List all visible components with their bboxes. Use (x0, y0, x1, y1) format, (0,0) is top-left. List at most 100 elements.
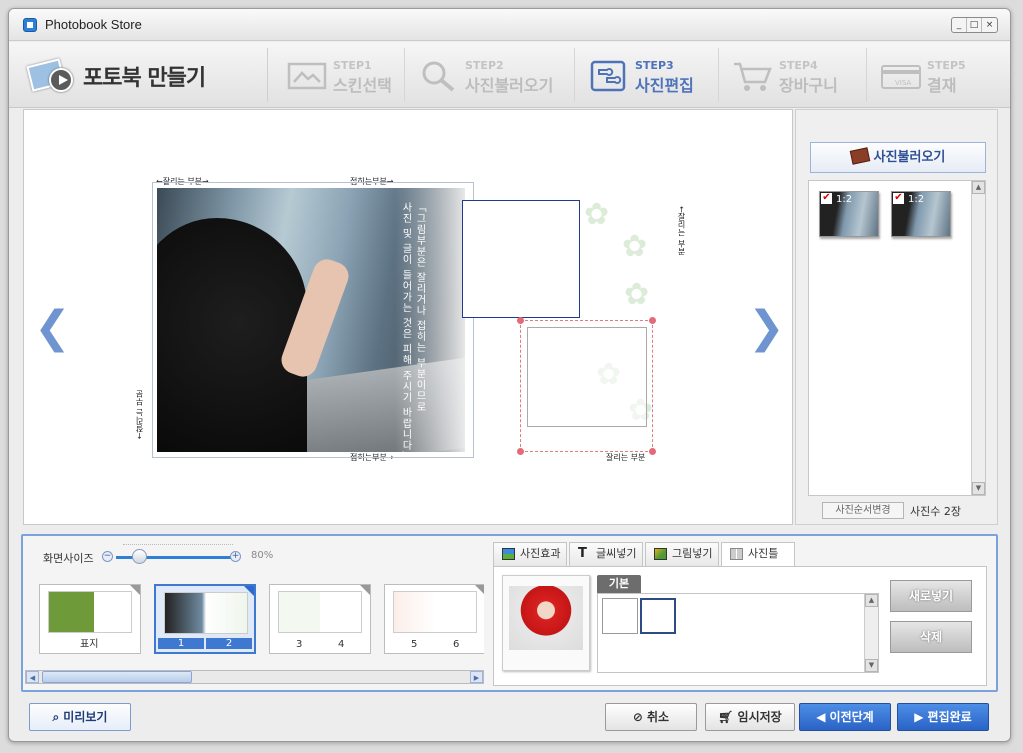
frame-inner (527, 327, 647, 427)
zoom-out-button[interactable]: − (102, 551, 113, 562)
zoom-label: 화면사이즈 (43, 552, 94, 565)
maximize-button[interactable]: □ (967, 18, 982, 32)
step-name: 사진편집 (635, 76, 694, 95)
photo-thumbnail[interactable]: ✔ 1:2 (819, 191, 879, 237)
page-thumb-3-4[interactable]: 3 4 (269, 584, 371, 654)
prev-spread-arrow[interactable]: ❮ (34, 306, 71, 350)
frame-template-selected[interactable] (640, 598, 676, 634)
frame-preview (502, 575, 590, 671)
page-thumb-5-6[interactable]: 5 6 (384, 584, 484, 654)
brand: 포토북 만들기 (23, 48, 268, 102)
minimize-button[interactable]: _ (952, 18, 967, 32)
finish-edit-label: 편집완료 (927, 710, 972, 724)
zoom-in-button[interactable]: + (230, 551, 241, 562)
resize-handle[interactable] (649, 317, 656, 324)
photo-panel: 사진불러오기 ✔ 1:2 ✔ 1:2 ▲ ▼ 사진순서변경 사진수 2장 (795, 109, 998, 525)
cart-icon: 🛒︎ (718, 710, 734, 724)
step-5[interactable]: VISA STEP5 결재 (869, 48, 999, 102)
zoom-ticks (123, 544, 233, 548)
load-photos-label: 사진불러오기 (873, 150, 946, 165)
magnifier-icon: ⌕ (52, 710, 60, 724)
step-3[interactable]: STEP3 사진편집 (577, 48, 719, 102)
photo-use-count: 1:2 (908, 194, 925, 205)
page-list-scrollbar[interactable]: ◀ ▶ (25, 670, 484, 684)
photo-effect-icon (502, 548, 515, 560)
step-name: 스킨선택 (333, 76, 392, 95)
cut-guide-label: 잘리는 부분 (606, 453, 646, 462)
resize-handle[interactable] (517, 448, 524, 455)
step-name: 장바구니 (779, 76, 838, 95)
step-number: STEP5 (927, 59, 966, 72)
window-controls: _ □ × (951, 17, 998, 33)
step-number: STEP4 (779, 59, 818, 72)
finish-edit-button[interactable]: ▶ 편집완료 (897, 703, 989, 731)
image-insert-icon (654, 548, 667, 560)
scroll-down-icon[interactable]: ▼ (865, 659, 878, 672)
step-4[interactable]: STEP4 장바구니 (721, 48, 867, 102)
cart-icon (734, 62, 772, 91)
next-spread-arrow[interactable]: ❯ (748, 306, 785, 350)
resize-handle[interactable] (517, 317, 524, 324)
cancel-button[interactable]: ⊘ 취소 (605, 703, 697, 731)
zoom-value: 80% (251, 550, 274, 561)
footer-bar: ⌕ 미리보기 ⊘ 취소 🛒︎ 임시저장 ◀ 이전단계 ▶ 편집완료 (9, 699, 1010, 741)
scroll-up-icon[interactable]: ▲ (865, 594, 878, 607)
page-thumb-cover[interactable]: 표지 (39, 584, 141, 654)
edit-tools: 사진효과 T 글씨넣기 그림넣기 사진틀 기본 ▲ ▼ 새로넣기 삭제 (493, 542, 987, 686)
zoom-slider-thumb[interactable] (132, 549, 148, 564)
right-triangle-icon: ▶ (914, 710, 924, 724)
reorder-photos-button[interactable]: 사진순서변경 (822, 502, 904, 519)
edit-canvas: ❮ ❯ ←잘리는 부분→ 접히는부분→ 접히는부분→ 잘리는 부분 ←잘리는 부… (23, 109, 793, 525)
photo-list-scrollbar[interactable]: ▲ ▼ (971, 181, 985, 495)
selected-photo-frame[interactable] (520, 320, 653, 452)
temp-save-label: 임시저장 (737, 710, 782, 724)
photo-list: ✔ 1:2 ✔ 1:2 ▲ ▼ (808, 180, 986, 496)
page-thumb-1-2[interactable]: 1 2 (154, 584, 256, 654)
delete-frame-button[interactable]: 삭제 (890, 621, 972, 653)
scrollbar-thumb[interactable] (42, 671, 192, 683)
temp-save-button[interactable]: 🛒︎ 임시저장 (705, 703, 795, 731)
tab-text[interactable]: T 글씨넣기 (569, 542, 643, 566)
flower-decoration: ✿ (624, 277, 650, 312)
photos-icon (849, 147, 870, 165)
new-frame-button[interactable]: 새로넣기 (890, 580, 972, 612)
page-list: 표지 1 2 3 4 5 6 (39, 584, 484, 656)
tab-frame[interactable]: 사진틀 (721, 542, 795, 567)
puzzle-edit-icon (590, 60, 626, 92)
load-photos-button[interactable]: 사진불러오기 (810, 142, 986, 173)
magnifier-icon (422, 61, 455, 92)
tab-image[interactable]: 그림넣기 (645, 542, 719, 566)
cut-guide-label: ←잘리는 부분 (677, 206, 686, 256)
page-label: 3 (296, 639, 303, 650)
prev-step-button[interactable]: ◀ 이전단계 (799, 703, 891, 731)
photo-frame-slot[interactable] (462, 200, 580, 318)
cut-guide-label: ←잘리는 부분 (135, 390, 144, 440)
tab-photo-effect[interactable]: 사진효과 (493, 542, 567, 566)
tab-label: 사진효과 (520, 547, 561, 560)
step-1[interactable]: STEP1 스킨선택 (275, 48, 405, 102)
left-triangle-icon: ◀ (816, 710, 826, 724)
page-label: 표지 (80, 639, 99, 650)
scroll-right-icon[interactable]: ▶ (470, 671, 483, 683)
frame-icon (730, 548, 743, 560)
scroll-left-icon[interactable]: ◀ (26, 671, 39, 683)
template-scrollbar[interactable]: ▲ ▼ (864, 594, 878, 672)
frame-template-list: ▲ ▼ (597, 593, 879, 673)
step-navigation: 포토북 만들기 STEP1 스킨선택 STEP2 사진불러오기 STEP3 사진… (9, 42, 1010, 108)
prev-step-label: 이전단계 (829, 710, 874, 724)
close-button[interactable]: × (982, 18, 997, 32)
tab-label: 그림넣기 (672, 547, 713, 560)
photo-count: 사진수 2장 (910, 505, 961, 518)
check-icon: ✔ (821, 192, 832, 204)
frame-group-label: 기본 (597, 575, 641, 593)
resize-handle[interactable] (649, 448, 656, 455)
scroll-up-icon[interactable]: ▲ (972, 181, 985, 194)
step-2[interactable]: STEP2 사진불러오기 (407, 48, 575, 102)
scroll-down-icon[interactable]: ▼ (972, 482, 985, 495)
preview-button[interactable]: ⌕ 미리보기 (29, 703, 131, 731)
frame-template[interactable] (602, 598, 638, 634)
photo-thumbnail[interactable]: ✔ 1:2 (891, 191, 951, 237)
flower-decoration: ✿ (584, 197, 610, 232)
bottom-panel: 화면사이즈 − + 80% 표지 1 2 3 4 5 6 ◀ ▶ 사진효과 T … (21, 534, 998, 692)
step-name: 사진불러오기 (465, 76, 554, 95)
